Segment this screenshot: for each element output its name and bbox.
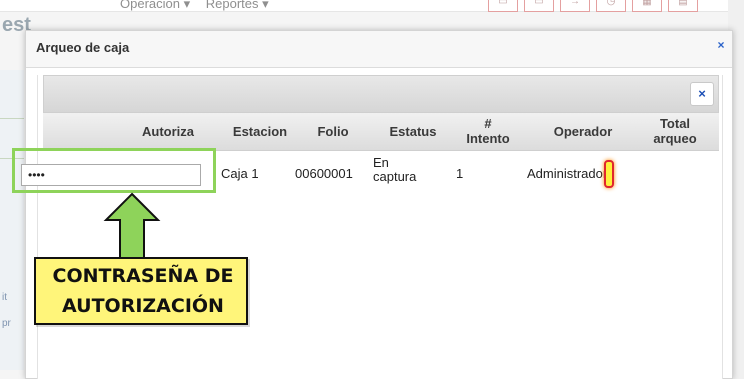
header-intento: Intento bbox=[466, 131, 510, 146]
cell-estatus-line1: En bbox=[373, 155, 389, 170]
callout-line-1: CONTRASEÑA DE bbox=[52, 265, 234, 287]
callout-line-2: AUTORIZACIÓN bbox=[62, 295, 224, 317]
cell-intento: 1 bbox=[456, 166, 464, 181]
printer-icon[interactable]: ▤ bbox=[668, 0, 698, 12]
clock-icon[interactable]: ◷ bbox=[596, 0, 626, 12]
header-total: Total bbox=[659, 116, 691, 131]
header-autoriza: Autoriza bbox=[142, 124, 194, 139]
inner-toolbar: × bbox=[43, 75, 719, 113]
header-estatus: Estatus bbox=[389, 124, 437, 139]
cell-estacion: Caja 1 bbox=[221, 166, 259, 181]
sidebar-divider bbox=[0, 118, 24, 119]
top-nav: Operacion ▾ Reportes ▾ bbox=[120, 0, 281, 12]
modal-close-icon[interactable]: × bbox=[714, 38, 728, 52]
total-arqueo-input[interactable] bbox=[604, 160, 614, 188]
sidebar-text: it bbox=[2, 292, 7, 303]
password-input[interactable] bbox=[21, 164, 201, 186]
close-button[interactable]: × bbox=[690, 82, 714, 106]
nav-operacion[interactable]: Operacion ▾ bbox=[120, 0, 190, 11]
top-icon-bar: ▭ ▭ → ◷ ▦ ▤ bbox=[488, 0, 704, 12]
header-operador: Operador bbox=[553, 124, 613, 139]
cell-operador: Administrador bbox=[527, 166, 608, 181]
annotation-callout: CONTRASEÑA DE AUTORIZACIÓN bbox=[34, 257, 248, 325]
modal-title: Arqueo de caja bbox=[36, 40, 130, 55]
login-icon[interactable]: → bbox=[560, 0, 590, 12]
table-header: Autoriza Estacion Folio Estatus # Intent… bbox=[43, 113, 719, 151]
cell-estatus-line2: captura bbox=[373, 169, 417, 184]
cart-icon[interactable]: ▭ bbox=[488, 0, 518, 12]
nav-reportes[interactable]: Reportes ▾ bbox=[206, 0, 269, 11]
header-intento-num: # bbox=[484, 116, 492, 131]
up-arrow-icon bbox=[103, 192, 161, 265]
header-estacion: Estacion bbox=[232, 124, 288, 139]
password-highlight bbox=[12, 148, 216, 193]
cell-folio: 00600001 bbox=[295, 166, 353, 181]
grid-icon[interactable]: ▦ bbox=[632, 0, 662, 12]
sidebar-text: pr bbox=[2, 318, 11, 329]
header-folio: Folio bbox=[317, 124, 349, 139]
lock-icon[interactable]: ▭ bbox=[524, 0, 554, 12]
modal-header: Arqueo de caja × bbox=[26, 31, 732, 68]
header-arqueo: arqueo bbox=[653, 131, 697, 146]
